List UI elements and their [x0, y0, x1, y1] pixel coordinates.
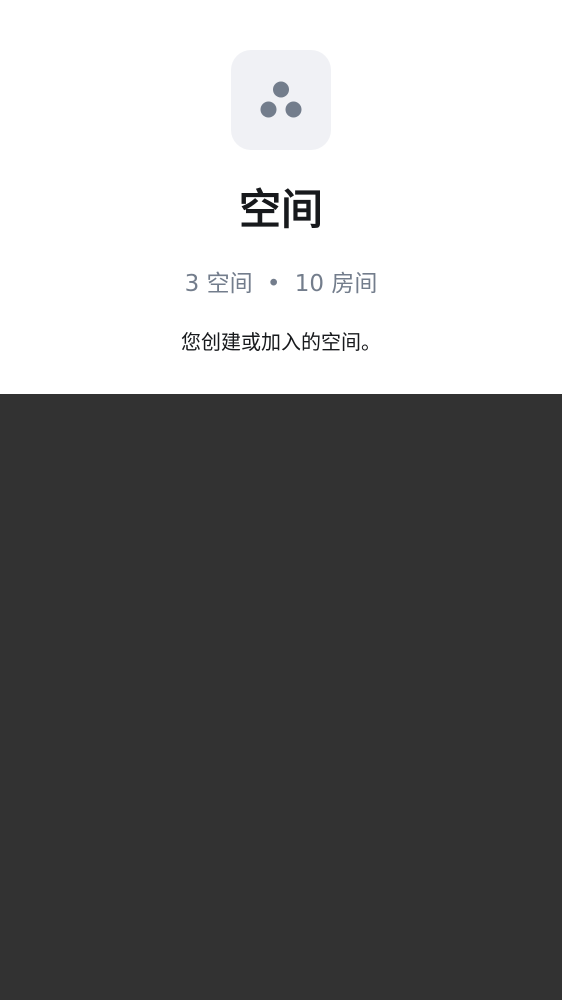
space-stats: 3 空间 • 10 房间: [0, 266, 562, 302]
space-avatar: [231, 50, 331, 150]
stats-separator: •: [266, 271, 281, 297]
page-title: 空间: [238, 185, 323, 234]
room-count: 10 房间: [294, 271, 378, 297]
space-count: 3 空间: [184, 271, 253, 297]
spaces-icon: [260, 81, 302, 118]
space-description: 您创建或加入的空间。: [181, 330, 381, 354]
space-header-panel: 空间 3 空间 • 10 房间 您创建或加入的空间。: [0, 0, 562, 394]
